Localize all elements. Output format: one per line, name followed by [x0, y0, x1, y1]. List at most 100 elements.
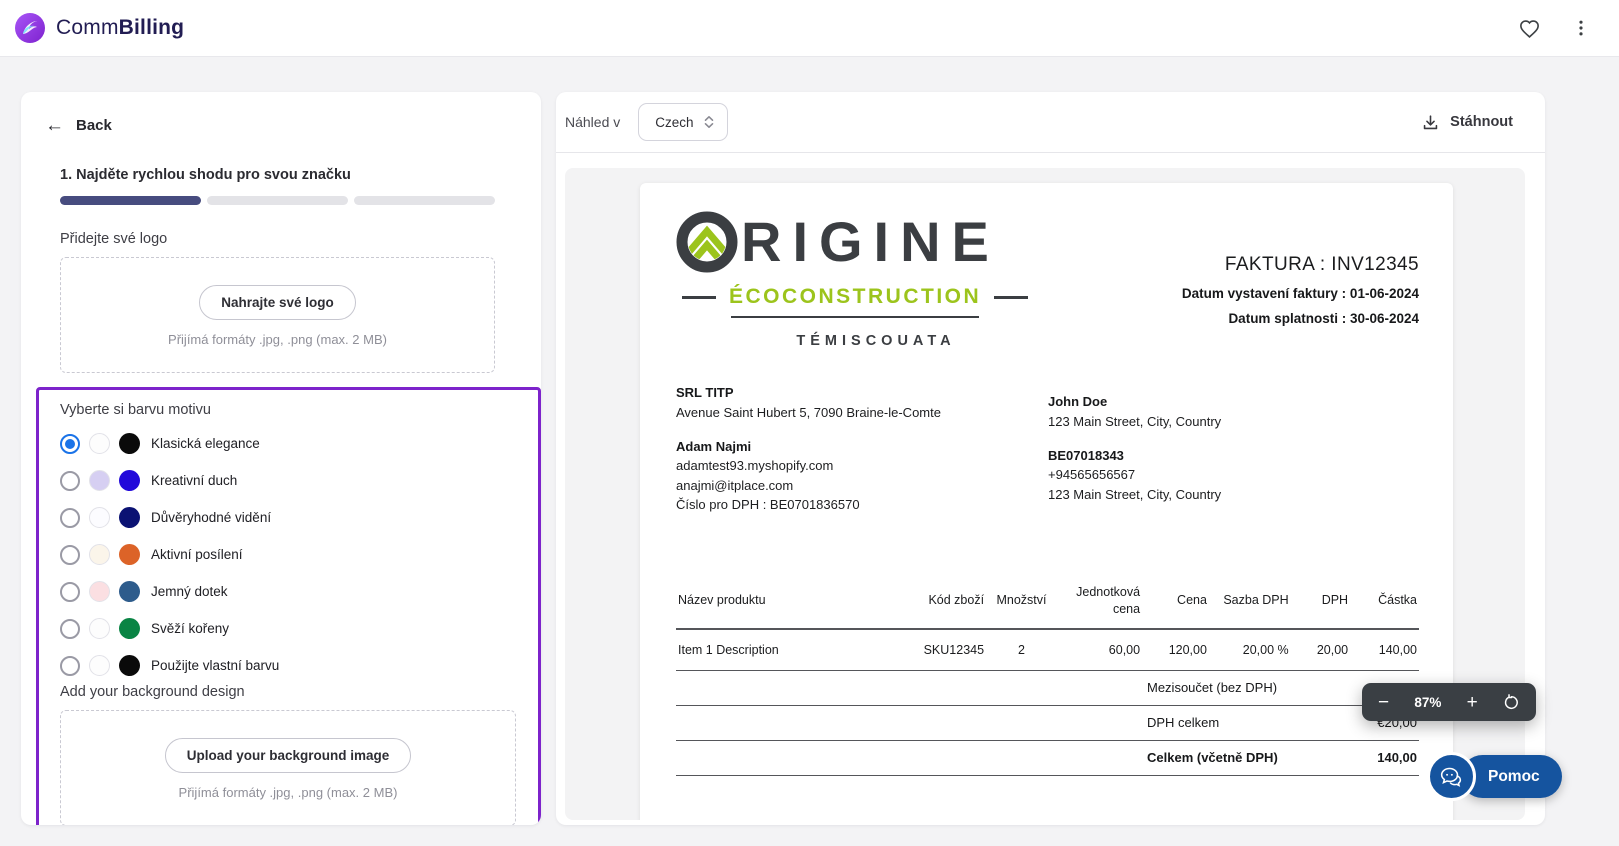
address-name: BE07018343 — [1048, 447, 1124, 463]
chat-icon — [1438, 765, 1465, 789]
theme-swatch-dark — [119, 581, 140, 602]
address-line: 123 Main Street, City, Country — [1048, 486, 1222, 502]
language-select[interactable]: Czech — [638, 103, 728, 141]
progress-bar — [60, 196, 495, 205]
theme-option[interactable]: Jemný dotek — [60, 573, 516, 610]
brand[interactable]: CommBilling — [14, 12, 184, 44]
zoom-in-button[interactable]: + — [1467, 693, 1478, 712]
theme-option-label: Použijte vlastní barvu — [151, 658, 280, 673]
back-button[interactable]: ← Back — [45, 116, 112, 135]
language-select-value: Czech — [655, 114, 694, 130]
address-name: SRL TITP — [676, 385, 734, 400]
theme-swatch-dark — [119, 618, 140, 639]
more-menu-button[interactable] — [1567, 14, 1595, 42]
table-header-cell: Množství — [996, 593, 1047, 608]
step-title: 1. Najděte rychlou shodu pro svou značku — [60, 167, 351, 183]
radio-selected-icon[interactable] — [60, 433, 80, 454]
preview-toolbar: Náhled v Czech Stáhnout — [556, 92, 1545, 152]
invoice-addresses: SRL TITP Avenue Saint Hubert 5, 7090 Brai… — [676, 385, 1419, 512]
invoice-table: Název produktu Kód zboží Množství Jednotkov… — [676, 578, 1419, 776]
radio-icon[interactable] — [60, 581, 80, 602]
theme-option[interactable]: Důvěryhodné vidění — [60, 499, 516, 536]
theme-option-label: Aktivní posílení — [151, 547, 243, 562]
heart-icon — [1518, 17, 1541, 40]
table-header-cell: DPH — [1321, 593, 1349, 608]
theme-option[interactable]: Kreativní duch — [60, 462, 516, 499]
table-cell: SKU12345 — [898, 628, 989, 671]
radio-icon[interactable] — [60, 618, 80, 639]
help-button[interactable]: Pomoc — [1461, 755, 1562, 798]
radio-icon[interactable] — [60, 655, 80, 676]
favorite-button[interactable] — [1514, 13, 1545, 44]
theme-option-label: Klasická elegance — [151, 436, 260, 451]
address-line: adamtest93.myshopify.com — [676, 458, 834, 473]
theme-swatch-light — [89, 544, 110, 565]
radio-icon[interactable] — [60, 507, 80, 528]
radio-icon[interactable] — [60, 470, 80, 491]
address-line: Číslo pro DPH : BE0701836570 — [676, 497, 860, 512]
invoice-due-date: Datum splatnosti : 30-06-2024 — [1228, 311, 1419, 326]
logo-dropzone[interactable]: Nahrajte své logo Přijímá formáty .jpg, … — [60, 257, 495, 373]
address-block: BE07018343 +94565656567 123 Main Street, C… — [1048, 448, 1419, 502]
theme-option[interactable]: Klasická elegance — [60, 425, 516, 462]
theme-swatch-light — [89, 655, 110, 676]
theme-option[interactable]: Použijte vlastní barvu — [60, 647, 516, 684]
summary-row: Celkem (včetně DPH) 140,00 — [676, 741, 1419, 776]
address-block: Adam Najmi adamtest93.myshopify.com anajmi… — [676, 439, 1048, 513]
background-dropzone[interactable]: Upload your background image Přijímá for… — [60, 710, 516, 825]
logo-upload-label: Přidejte své logo — [60, 231, 168, 247]
download-icon — [1421, 113, 1440, 132]
theme-label: Vyberte si barvu motivu — [60, 402, 211, 418]
invoice-meta: FAKTURA : INV12345 Datum vystavení faktu… — [1182, 211, 1419, 349]
help-widget[interactable]: Pomoc — [1427, 752, 1562, 801]
table-header-cell: Kód zboží — [928, 593, 985, 608]
address-line: +94565656567 — [1048, 467, 1136, 482]
origine-logo: RIGINE ÉCOCONSTRUCTION TÉMISCOUATA — [676, 211, 1096, 349]
upload-background-button[interactable]: Upload your background image — [164, 738, 412, 773]
zoom-out-button[interactable]: − — [1378, 693, 1389, 712]
theme-swatch-light — [89, 618, 110, 639]
background-upload-label: Add your background design — [60, 684, 245, 700]
table-cell: 60,00 — [1054, 628, 1145, 671]
reset-zoom-button[interactable] — [1503, 693, 1520, 711]
chat-bubble-button[interactable] — [1427, 752, 1476, 801]
theme-swatch-dark — [119, 507, 140, 528]
zoom-level: 87% — [1414, 694, 1442, 710]
theme-swatch-light — [89, 433, 110, 454]
address-name: Adam Najmi — [676, 438, 752, 454]
summary-row: Mezisoučet (bez DPH)€120,00 — [676, 671, 1419, 706]
summary-value: 140,00 — [1377, 750, 1417, 766]
progress-segment — [354, 196, 495, 205]
theme-option-label: Kreativní duch — [151, 473, 238, 488]
toolbar-divider — [556, 152, 1545, 153]
zoom-toolbar: − 87% + — [1362, 683, 1536, 721]
invoice-paper: RIGINE ÉCOCONSTRUCTION TÉMISCOUATA FAKTU… — [640, 183, 1453, 820]
theme-option[interactable]: Aktivní posílení — [60, 536, 516, 573]
theme-option[interactable]: Svěží kořeny — [60, 610, 516, 647]
address-block: John Doe 123 Main Street, City, Country — [1048, 394, 1419, 429]
preview-language-label: Náhled v — [565, 114, 621, 130]
summary-row: DPH celkem €20,00 — [676, 706, 1419, 741]
theme-swatch-light — [89, 581, 110, 602]
summary-label: DPH celkem — [1147, 715, 1220, 731]
summary-label: Celkem (včetně DPH) — [1147, 750, 1278, 766]
address-name: John Doe — [1048, 394, 1108, 409]
radio-icon[interactable] — [60, 544, 80, 565]
table-cell: 2 — [988, 628, 1055, 671]
theme-swatch-dark — [119, 433, 140, 454]
preview-canvas: RIGINE ÉCOCONSTRUCTION TÉMISCOUATA FAKTU… — [565, 168, 1525, 820]
theme-option-label: Jemný dotek — [151, 584, 228, 599]
theme-selection-box: Vyberte si barvu motivu Klasická eleganc… — [36, 387, 541, 825]
commbilling-logo-icon — [14, 12, 46, 44]
main-content: ← Back 1. Najděte rychlou shodu pro svou… — [21, 92, 1545, 825]
invoice-summary: Mezisoučet (bez DPH)€120,00DPH celkem€20… — [676, 671, 1419, 776]
reset-zoom-icon — [1503, 693, 1520, 711]
download-button[interactable]: Stáhnout — [1415, 112, 1519, 133]
updown-icon — [703, 115, 715, 129]
table-header-cell: Sazba DPH — [1223, 593, 1289, 608]
invoice-issue-date: Datum vystavení faktury : 01-06-2024 — [1181, 286, 1419, 301]
origine-logo-title: RIGINE — [741, 210, 1000, 273]
back-label: Back — [76, 117, 112, 134]
origine-logo-tagline: TÉMISCOUATA — [796, 333, 956, 349]
upload-logo-button[interactable]: Nahrajte své logo — [199, 285, 356, 320]
